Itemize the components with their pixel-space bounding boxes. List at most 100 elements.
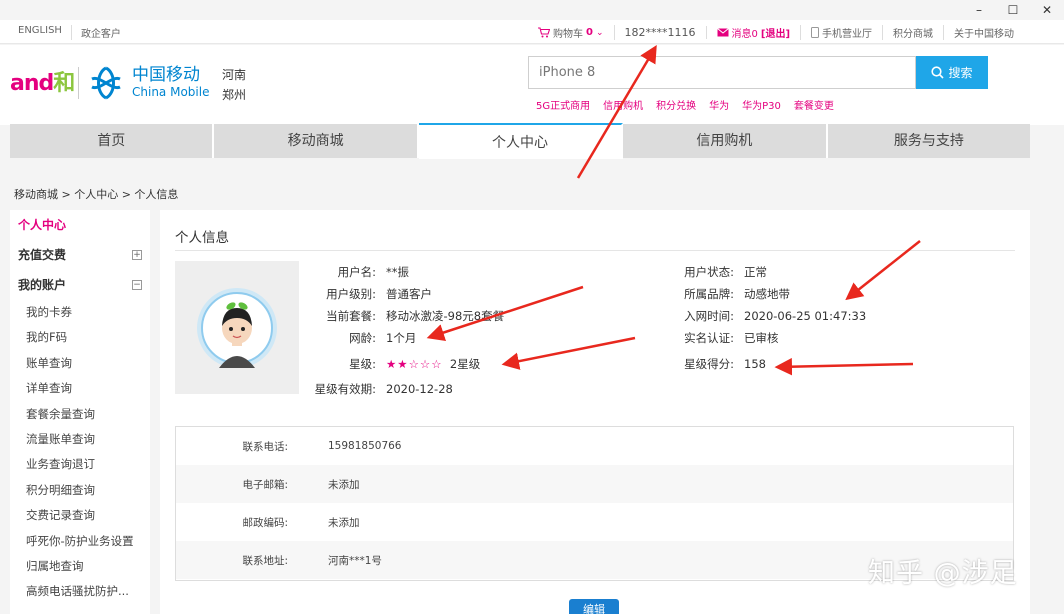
china-mobile-cn: 中国移动 xyxy=(132,65,200,85)
info-star-expiry: 星级有效期: 2020-12-28 xyxy=(300,380,453,398)
china-mobile-wordmark: 中国移动 China Mobile xyxy=(132,65,209,99)
title-divider xyxy=(175,250,1015,251)
sidebar-group-recharge[interactable]: 充值交费 + xyxy=(10,240,150,270)
star-score-value: 158 xyxy=(744,357,766,371)
avatar[interactable] xyxy=(175,261,299,394)
sidebar-item[interactable]: 账单查询 xyxy=(10,351,150,376)
mobile-hall-link[interactable]: 手机营业厅 xyxy=(801,25,884,40)
sidebar-item[interactable]: 呼死你-防护业务设置 xyxy=(10,529,150,554)
sidebar-item[interactable]: 我的卡券 xyxy=(10,300,150,325)
sidebar-item[interactable]: 详单查询 xyxy=(10,376,150,401)
star-rating: ★★☆☆☆ 2星级 xyxy=(386,355,480,373)
contact-label: 邮政编码: xyxy=(242,516,288,529)
info-network-age: 网龄: 1个月 xyxy=(300,329,416,347)
info-current-plan: 当前套餐: 移动冰激凌-98元8套餐 xyxy=(300,307,504,325)
info-real-name: 实名认证: 已审核 xyxy=(660,329,778,347)
info-label: 当前套餐: xyxy=(326,309,376,323)
avatar-icon xyxy=(197,287,277,368)
info-label: 星级: xyxy=(349,357,376,371)
info-user-level: 用户级别: 普通客户 xyxy=(300,285,432,303)
china-mobile-en: China Mobile xyxy=(132,85,210,99)
about-link[interactable]: 关于中国移动 xyxy=(944,25,1024,40)
hot-link[interactable]: 套餐变更 xyxy=(794,97,834,112)
and-logo-text: and xyxy=(10,71,54,96)
sidebar-item[interactable]: 业务查询退订 xyxy=(10,452,150,477)
messages-label: 消息0 xyxy=(731,29,758,40)
and-logo[interactable]: and和 xyxy=(10,65,75,97)
contact-value: 未添加 xyxy=(328,516,360,529)
contact-value: 未添加 xyxy=(328,478,360,491)
phone-icon xyxy=(811,27,820,38)
nav-service-support[interactable]: 服务与支持 xyxy=(828,124,1030,158)
expand-icon[interactable]: + xyxy=(132,250,142,260)
hot-link[interactable]: 积分兑换 xyxy=(656,97,696,112)
contact-value: 河南***1号 xyxy=(328,554,382,567)
search-icon xyxy=(931,66,945,79)
top-utility-bar: ENGLISH 政企客户 购物车 0 ⌄ 182****1116 消息0 [退出… xyxy=(0,20,1064,44)
sidebar-item[interactable]: 积分明细查询 xyxy=(10,478,150,503)
close-button[interactable]: ✕ xyxy=(1030,0,1064,20)
mobile-hall-label: 手机营业厅 xyxy=(822,29,873,40)
contact-label: 联系地址: xyxy=(242,554,288,567)
stars-empty: ☆☆☆ xyxy=(408,357,443,371)
maximize-button[interactable]: ☐ xyxy=(996,0,1030,20)
contact-label: 电子邮箱: xyxy=(242,478,288,491)
info-brand: 所属品牌: 动感地带 xyxy=(660,285,790,303)
cart-link[interactable]: 购物车 0 ⌄ xyxy=(528,25,615,40)
region-selector[interactable]: 河南 郑州 xyxy=(222,65,246,105)
table-row: 联系电话: 15981850766 xyxy=(176,427,1013,465)
user-phone[interactable]: 182****1116 xyxy=(615,26,707,39)
nav-personal-center[interactable]: 个人中心 xyxy=(418,123,624,159)
hot-link[interactable]: 华为 xyxy=(709,97,729,112)
info-user-status: 用户状态: 正常 xyxy=(660,263,767,281)
info-value: 1个月 xyxy=(386,331,417,345)
sidebar-item[interactable]: 高频电话骚扰防护... xyxy=(10,579,150,604)
points-mall-link[interactable]: 积分商城 xyxy=(883,25,945,40)
nav-home[interactable]: 首页 xyxy=(10,124,215,158)
edit-button[interactable]: 编辑 xyxy=(569,599,619,614)
sidebar-group-label: 充值交费 xyxy=(18,248,67,262)
info-value: 正常 xyxy=(744,265,767,279)
logo-divider xyxy=(78,67,79,99)
stars-filled: ★★ xyxy=(386,357,409,371)
sidebar-item[interactable]: 交费记录查询 xyxy=(10,503,150,528)
info-value: 动感地带 xyxy=(744,287,790,301)
nav-mall[interactable]: 移动商城 xyxy=(214,124,419,158)
breadcrumb[interactable]: 移动商城 > 个人中心 > 个人信息 xyxy=(14,186,178,202)
nav-credit-purchase[interactable]: 信用购机 xyxy=(623,124,828,158)
sidebar-item[interactable]: 归属地查询 xyxy=(10,554,150,579)
contact-label: 联系电话: xyxy=(242,440,288,453)
info-username: 用户名: **振 xyxy=(300,263,409,281)
sidebar: 个人中心 充值交费 + 我的账户 − 我的卡券 我的F码 账单查询 详单查询 套… xyxy=(10,210,150,614)
hot-link[interactable]: 信用购机 xyxy=(603,97,643,112)
logout-link[interactable]: [退出] xyxy=(761,25,790,40)
english-link[interactable]: ENGLISH xyxy=(18,25,72,40)
info-star-score: 星级得分: 158 xyxy=(660,355,766,373)
search-button[interactable]: 搜索 xyxy=(916,56,988,89)
messages-link[interactable]: 消息0 [退出] xyxy=(707,25,802,40)
info-label: 所属品牌: xyxy=(684,287,734,301)
province-label: 河南 xyxy=(222,68,247,82)
info-value: 2020-06-25 01:47:33 xyxy=(744,309,867,323)
sidebar-item[interactable]: 流量账单查询 xyxy=(10,427,150,452)
he-logo-text: 和 xyxy=(53,71,75,96)
china-mobile-logo-icon[interactable] xyxy=(88,65,124,101)
collapse-icon[interactable]: − xyxy=(132,280,142,290)
sidebar-head[interactable]: 个人中心 xyxy=(10,210,150,240)
info-star-level: 星级: ★★☆☆☆ 2星级 xyxy=(300,355,480,373)
hot-link[interactable]: 5G正式商用 xyxy=(536,97,590,112)
minimize-button[interactable]: – xyxy=(962,0,996,20)
sidebar-item[interactable]: 我的F码 xyxy=(10,325,150,350)
info-value: 普通客户 xyxy=(386,287,432,301)
info-label: 星级得分: xyxy=(684,357,734,371)
chevron-down-icon: ⌄ xyxy=(595,27,604,38)
hot-link[interactable]: 华为P30 xyxy=(742,97,781,112)
cart-count: 0 xyxy=(586,27,593,38)
info-label: 用户状态: xyxy=(684,265,734,279)
sidebar-group-account[interactable]: 我的账户 − xyxy=(10,270,150,300)
cart-icon xyxy=(538,27,550,38)
gov-customer-link[interactable]: 政企客户 xyxy=(72,25,130,40)
info-label: 入网时间: xyxy=(684,309,734,323)
sidebar-item[interactable]: 套餐余量查询 xyxy=(10,402,150,427)
search-input[interactable]: iPhone 8 xyxy=(528,56,916,89)
